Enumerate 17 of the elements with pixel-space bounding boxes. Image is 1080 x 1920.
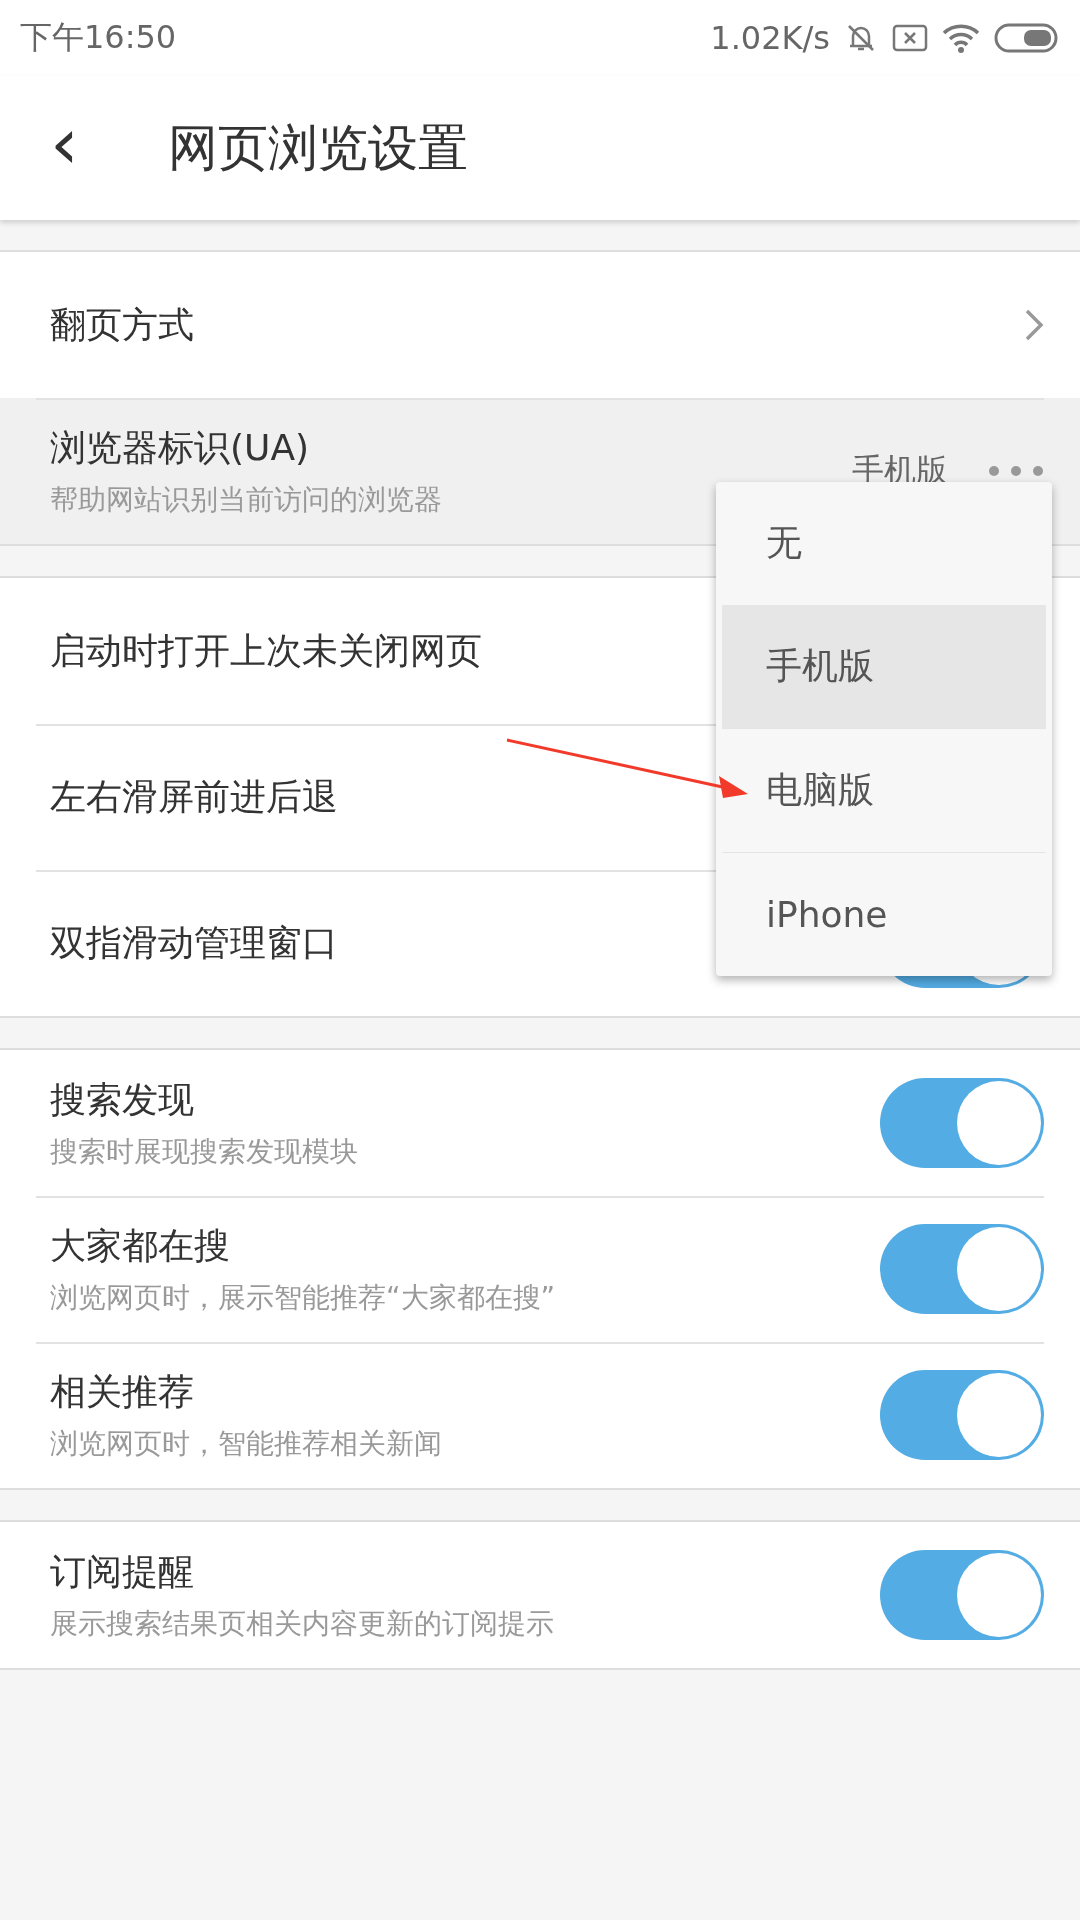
setting-title: 相关推荐: [50, 1369, 194, 1414]
setting-title: 订阅提醒: [50, 1549, 194, 1594]
setting-description: 展示搜索结果页相关内容更新的订阅提示: [50, 1605, 554, 1642]
page-title: 网页浏览设置: [168, 117, 468, 179]
status-time: 下午16:50: [20, 17, 177, 58]
setting-description: 帮助网站识别当前访问的浏览器: [50, 481, 442, 518]
setting-description: 浏览网页时，展示智能推荐“大家都在搜”: [50, 1279, 555, 1316]
setting-title: 浏览器标识(UA): [50, 425, 310, 470]
setting-title: 大家都在搜: [50, 1223, 230, 1268]
setting-title: 双指滑动管理窗口: [50, 920, 338, 965]
setting-description: 浏览网页时，智能推荐相关新闻: [50, 1425, 442, 1462]
setting-title: 左右滑屏前进后退: [50, 774, 338, 819]
setting-title: 搜索发现: [50, 1077, 194, 1122]
setting-title: 翻页方式: [50, 302, 194, 347]
setting-title: 启动时打开上次未关闭网页: [50, 628, 482, 673]
setting-description: 搜索时展现搜索发现模块: [50, 1133, 358, 1170]
network-speed: 1.02K/s: [710, 19, 830, 57]
